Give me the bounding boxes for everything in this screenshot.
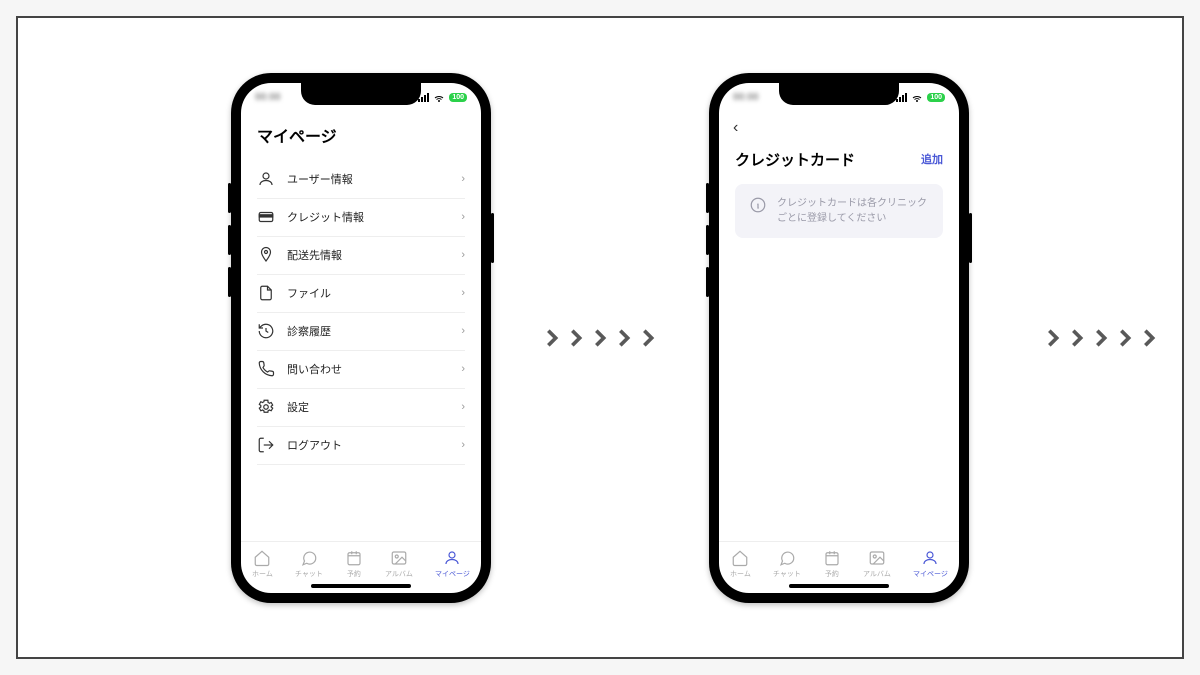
- battery-badge: 100: [449, 93, 467, 102]
- phone-frame-2: 00:00 100 ‹ クレジットカード 追加 クレジットカードは各クリニックご…: [709, 73, 969, 603]
- tab-home[interactable]: ホーム: [252, 549, 273, 579]
- user-icon: [921, 549, 939, 567]
- menu-item-label: 設定: [287, 399, 449, 415]
- chevron-right-icon: ›: [461, 287, 465, 299]
- chevron-right-icon: ›: [461, 401, 465, 413]
- tab-label: アルバム: [385, 569, 413, 579]
- tab-mypage[interactable]: マイページ: [435, 549, 470, 579]
- page-title: マイページ: [257, 123, 465, 147]
- calendar-icon: [823, 549, 841, 567]
- credit-card-icon: [257, 208, 275, 226]
- menu-item-label: 診察履歴: [287, 323, 449, 339]
- tab-reserve[interactable]: 予約: [823, 549, 841, 579]
- tab-mypage[interactable]: マイページ: [913, 549, 948, 579]
- menu-item-label: ユーザー情報: [287, 171, 449, 187]
- menu-item-label: 問い合わせ: [287, 361, 449, 377]
- page-title: クレジットカード: [735, 149, 855, 170]
- flow-arrows-2: [1042, 324, 1160, 352]
- chevron-right-icon: ›: [461, 363, 465, 375]
- menu-item-credit-info[interactable]: クレジット情報 ›: [257, 199, 465, 237]
- menu-item-logout[interactable]: ログアウト ›: [257, 427, 465, 465]
- tab-label: 予約: [825, 569, 839, 579]
- tab-label: ホーム: [252, 569, 273, 579]
- logout-icon: [257, 436, 275, 454]
- carrier-blurred: 00:00: [255, 92, 281, 103]
- phone-icon: [257, 360, 275, 378]
- gear-icon: [257, 398, 275, 416]
- tab-label: アルバム: [863, 569, 891, 579]
- phone-frame-1: 00:00 100 マイページ ユーザー情報 ›: [231, 73, 491, 603]
- info-icon: [749, 196, 767, 214]
- tab-album[interactable]: アルバム: [385, 549, 413, 579]
- image-icon: [390, 549, 408, 567]
- tab-label: チャット: [773, 569, 801, 579]
- wifi-icon: [433, 92, 445, 104]
- user-icon: [257, 170, 275, 188]
- menu-item-files[interactable]: ファイル ›: [257, 275, 465, 313]
- chevron-right-icon: ›: [461, 211, 465, 223]
- home-icon: [253, 549, 271, 567]
- battery-badge: 100: [927, 93, 945, 102]
- notch: [779, 83, 899, 105]
- home-indicator: [311, 584, 411, 588]
- chat-icon: [778, 549, 796, 567]
- flow-arrows-1: [541, 324, 659, 352]
- tab-label: マイページ: [435, 569, 470, 579]
- tab-chat[interactable]: チャット: [295, 549, 323, 579]
- menu-item-label: 配送先情報: [287, 247, 449, 263]
- tab-reserve[interactable]: 予約: [345, 549, 363, 579]
- user-icon: [443, 549, 461, 567]
- tab-label: ホーム: [730, 569, 751, 579]
- menu-item-contact[interactable]: 問い合わせ ›: [257, 351, 465, 389]
- image-icon: [868, 549, 886, 567]
- menu-item-label: ログアウト: [287, 437, 449, 453]
- add-button[interactable]: 追加: [921, 151, 943, 167]
- calendar-icon: [345, 549, 363, 567]
- wifi-icon: [911, 92, 923, 104]
- tab-label: 予約: [347, 569, 361, 579]
- tab-label: チャット: [295, 569, 323, 579]
- home-icon: [731, 549, 749, 567]
- tab-album[interactable]: アルバム: [863, 549, 891, 579]
- mypage-menu: ユーザー情報 › クレジット情報 › 配送先情報 ›: [257, 161, 465, 465]
- menu-item-settings[interactable]: 設定 ›: [257, 389, 465, 427]
- menu-item-user-info[interactable]: ユーザー情報 ›: [257, 161, 465, 199]
- history-icon: [257, 322, 275, 340]
- location-icon: [257, 246, 275, 264]
- tab-home[interactable]: ホーム: [730, 549, 751, 579]
- tab-chat[interactable]: チャット: [773, 549, 801, 579]
- info-message: クレジットカードは各クリニックごとに登録してください: [777, 196, 929, 226]
- back-button[interactable]: ‹: [733, 119, 738, 137]
- menu-item-label: ファイル: [287, 285, 449, 301]
- chat-icon: [300, 549, 318, 567]
- home-indicator: [789, 584, 889, 588]
- menu-item-label: クレジット情報: [287, 209, 449, 225]
- notch: [301, 83, 421, 105]
- file-icon: [257, 284, 275, 302]
- chevron-right-icon: ›: [461, 439, 465, 451]
- menu-item-shipping-info[interactable]: 配送先情報 ›: [257, 237, 465, 275]
- menu-item-history[interactable]: 診察履歴 ›: [257, 313, 465, 351]
- info-card: クレジットカードは各クリニックごとに登録してください: [735, 184, 943, 238]
- chevron-right-icon: ›: [461, 173, 465, 185]
- diagram-canvas: 00:00 100 マイページ ユーザー情報 ›: [16, 16, 1184, 659]
- chevron-right-icon: ›: [461, 325, 465, 337]
- carrier-blurred: 00:00: [733, 92, 759, 103]
- tab-label: マイページ: [913, 569, 948, 579]
- chevron-right-icon: ›: [461, 249, 465, 261]
